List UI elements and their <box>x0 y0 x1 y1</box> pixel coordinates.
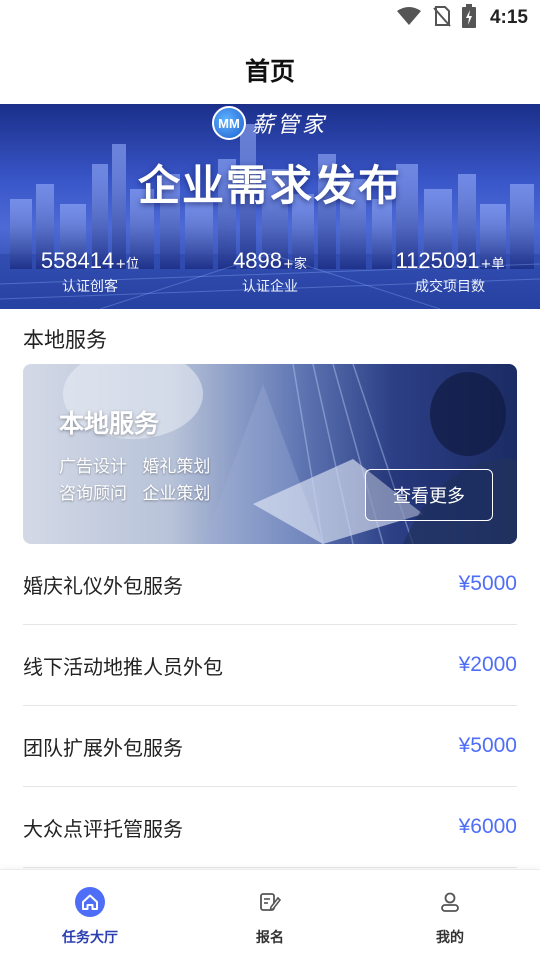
logo-text: 薪管家 <box>252 113 328 138</box>
stat-label: 认证创客 <box>62 279 118 295</box>
stat-deals: 1125091+单 成交项目数 <box>360 248 540 306</box>
nav-label: 任务大厅 <box>62 930 118 946</box>
stat-makers: 558414+位 认证创客 <box>0 248 180 306</box>
page-title: 首页 <box>244 57 295 86</box>
stat-unit: +家 <box>283 257 307 272</box>
local-service-card[interactable]: 本地服务 广告设计 婚礼策划 咨询顾问 企业策划 查看更多 <box>23 364 517 544</box>
logo-mark: MM <box>212 106 246 140</box>
signup-edit-icon <box>255 887 285 917</box>
task-row[interactable]: 团队扩展外包服务 ¥5000 <box>23 706 517 787</box>
stat-label: 成交项目数 <box>415 279 485 295</box>
card-service-line: 广告设计 婚礼策划 <box>59 457 211 477</box>
wifi-icon <box>396 6 422 30</box>
nav-item-task-hall[interactable]: 任务大厅 <box>0 870 180 960</box>
stat-value: 558414 <box>40 248 115 273</box>
stat-companies: 4898+家 认证企业 <box>180 248 360 306</box>
stat-label: 认证企业 <box>242 279 298 295</box>
bottom-nav: 任务大厅 报名 我的 <box>0 869 540 960</box>
header: 首页 <box>0 36 540 104</box>
card-service-line: 咨询顾问 企业策划 <box>59 484 211 504</box>
nav-label: 报名 <box>256 930 284 946</box>
nav-item-signup[interactable]: 报名 <box>180 870 360 960</box>
task-name: 线下活动地推人员外包 <box>23 654 223 679</box>
home-icon <box>75 887 105 917</box>
task-row[interactable]: 大众点评托管服务 ¥6000 <box>23 787 517 868</box>
stat-unit: +位 <box>115 257 140 272</box>
stat-unit: +单 <box>480 257 505 272</box>
brand-logo: MM 薪管家 <box>212 106 327 140</box>
nav-item-profile[interactable]: 我的 <box>360 870 540 960</box>
stats-row: 558414+位 认证创客 4898+家 认证企业 1125091+单 成交项目… <box>0 248 540 306</box>
section-title-local-service: 本地服务 <box>23 328 107 352</box>
task-name: 婚庆礼仪外包服务 <box>23 573 183 598</box>
task-name: 大众点评托管服务 <box>23 816 183 841</box>
battery-charging-icon <box>461 4 476 32</box>
task-row[interactable]: 婚庆礼仪外包服务 ¥5000 <box>23 544 517 625</box>
nav-label: 我的 <box>436 930 464 946</box>
status-bar: 4:15 <box>0 0 540 36</box>
task-price: ¥5000 <box>458 734 517 757</box>
task-price: ¥5000 <box>458 572 517 595</box>
profile-icon <box>435 887 465 917</box>
no-sim-icon <box>432 5 452 31</box>
task-price: ¥2000 <box>458 653 517 676</box>
stat-value: 1125091 <box>395 248 480 273</box>
task-row[interactable]: 线下活动地推人员外包 ¥2000 <box>23 625 517 706</box>
view-more-button[interactable]: 查看更多 <box>365 469 493 521</box>
hero-banner[interactable]: MM 薪管家 企业需求发布 558414+位 认证创客 4898+家 认证企业 … <box>0 104 540 309</box>
card-title: 本地服务 <box>59 409 160 438</box>
task-list: 婚庆礼仪外包服务 ¥5000 线下活动地推人员外包 ¥2000 团队扩展外包服务… <box>23 544 517 868</box>
stat-value: 4898 <box>233 248 283 273</box>
task-name: 团队扩展外包服务 <box>23 735 183 760</box>
status-time: 4:15 <box>489 7 528 28</box>
task-price: ¥6000 <box>458 815 517 838</box>
hero-headline: 企业需求发布 <box>137 161 402 210</box>
